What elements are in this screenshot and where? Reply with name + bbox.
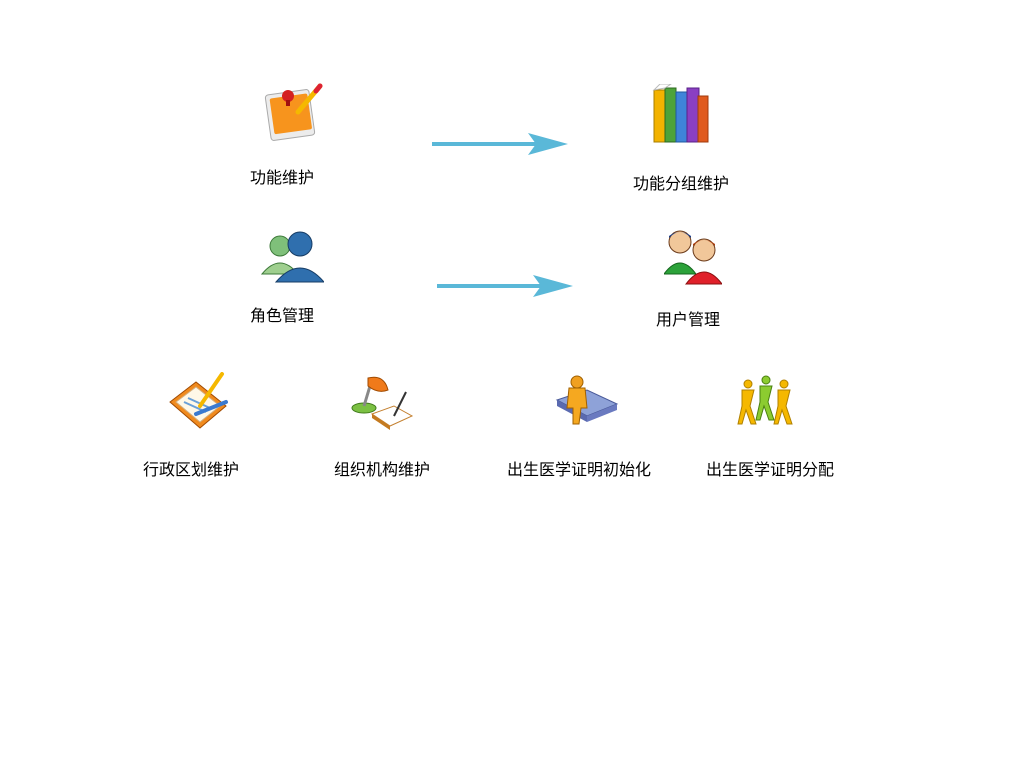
- person-on-book-icon: [553, 374, 619, 436]
- func-group-maintain-tile[interactable]: 功能分组维护: [630, 80, 750, 193]
- two-people-icon: [663, 228, 724, 290]
- memo-pin-icon: [262, 82, 326, 146]
- books-icon: [652, 83, 710, 150]
- user-manage-tile[interactable]: 用户管理: [646, 226, 746, 332]
- org-maintain-label: 组织机构维护: [334, 460, 431, 479]
- func-group-maintain-label: 功能分组维护: [633, 174, 730, 193]
- user-manage-label: 用户管理: [656, 310, 721, 329]
- arrow-right-icon: [437, 275, 573, 297]
- birth-cert-assign-label: 出生医学证明分配: [706, 460, 835, 479]
- arrow-right-icon: [432, 133, 568, 155]
- users-icon: [260, 230, 326, 288]
- org-maintain-tile[interactable]: 组织机构维护: [330, 370, 450, 480]
- admin-region-tile[interactable]: 行政区划维护: [140, 370, 260, 480]
- people-group-icon: [736, 374, 798, 436]
- admin-region-label: 行政区划维护: [143, 460, 240, 479]
- role-manage-label: 角色管理: [250, 306, 315, 325]
- role-manage-tile[interactable]: 角色管理: [240, 228, 340, 328]
- func-maintain-tile[interactable]: 功能维护: [240, 78, 340, 188]
- birth-cert-init-label: 出生医学证明初始化: [507, 460, 652, 479]
- birth-cert-init-tile[interactable]: 出生医学证明初始化: [503, 370, 673, 480]
- birth-cert-assign-tile[interactable]: 出生医学证明分配: [702, 370, 862, 480]
- clipboard-pencil-icon: [166, 372, 230, 436]
- desk-lamp-book-icon: [350, 372, 416, 434]
- func-maintain-label: 功能维护: [250, 168, 315, 187]
